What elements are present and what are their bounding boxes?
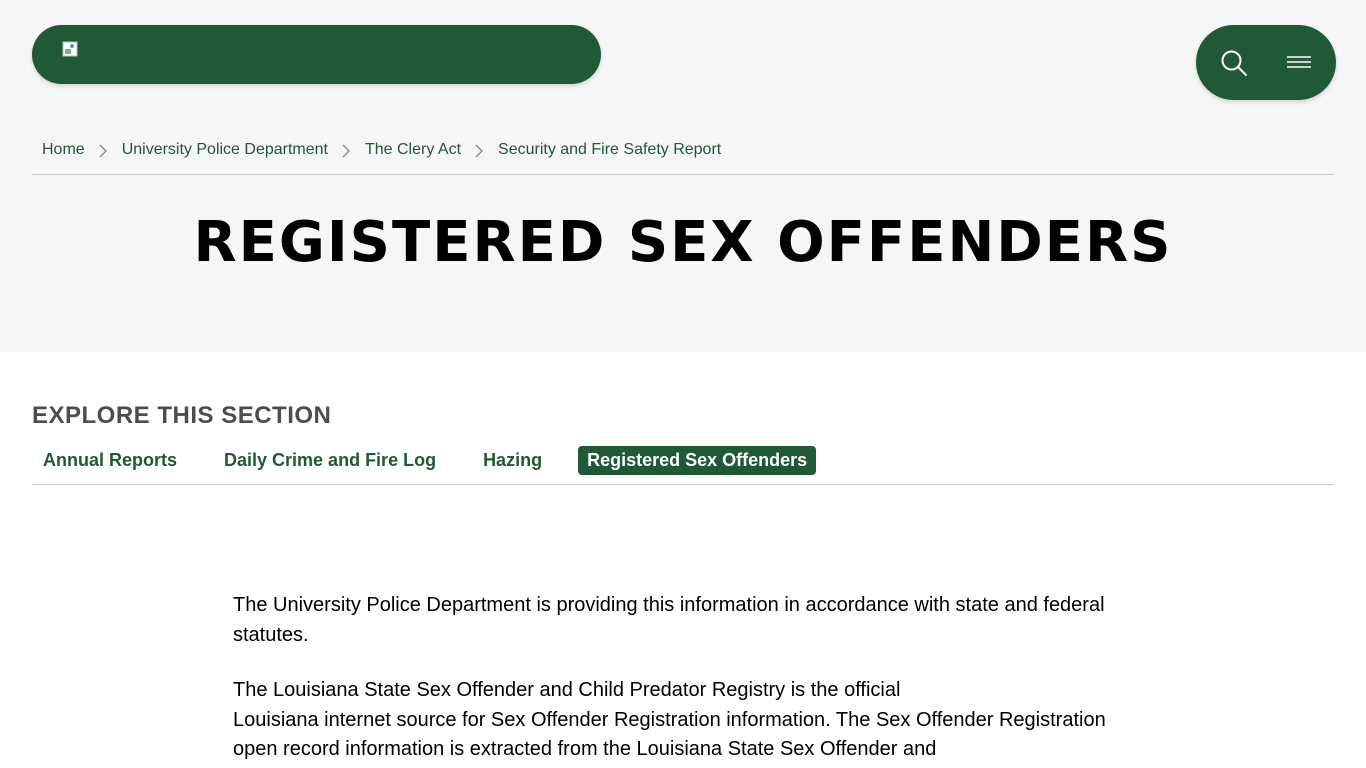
main-content: The University Police Department is prov… [233, 591, 1143, 768]
divider [32, 484, 1334, 485]
logo-bar[interactable] [32, 25, 601, 84]
breadcrumb-clery-act[interactable]: The Clery Act [365, 141, 461, 159]
page-title: REGISTERED SEX OFFENDERS [193, 210, 1173, 275]
section-nav-annual-reports[interactable]: Annual Reports [32, 446, 187, 475]
breadcrumb-home[interactable]: Home [42, 141, 85, 159]
search-icon [1221, 50, 1247, 76]
section-nav-registered-sex-offenders[interactable]: Registered Sex Offenders [578, 446, 817, 475]
breadcrumb-security-fire-report[interactable]: Security and Fire Safety Report [498, 141, 721, 159]
divider [32, 174, 1334, 175]
menu-icon [1287, 56, 1311, 68]
chevron-right-icon [85, 142, 122, 158]
header-actions [1196, 25, 1336, 100]
section-nav-hazing[interactable]: Hazing [472, 446, 552, 475]
intro-paragraph: The University Police Department is prov… [233, 594, 1105, 646]
chevron-right-icon [328, 142, 365, 158]
broken-image-icon [62, 41, 78, 57]
chevron-right-icon [461, 142, 498, 158]
search-button[interactable] [1220, 49, 1248, 77]
section-nav: Annual Reports Daily Crime and Fire Log … [32, 446, 842, 475]
breadcrumb: Home University Police Department The Cl… [42, 141, 721, 159]
registry-paragraph: The Louisiana State Sex Offender and Chi… [233, 679, 1106, 760]
breadcrumb-university-police[interactable]: University Police Department [122, 141, 328, 159]
menu-button[interactable] [1286, 54, 1312, 72]
section-nav-heading: EXPLORE THIS SECTION [32, 402, 332, 429]
section-nav-daily-crime-log[interactable]: Daily Crime and Fire Log [213, 446, 446, 475]
page-header: Home University Police Department The Cl… [0, 0, 1366, 352]
